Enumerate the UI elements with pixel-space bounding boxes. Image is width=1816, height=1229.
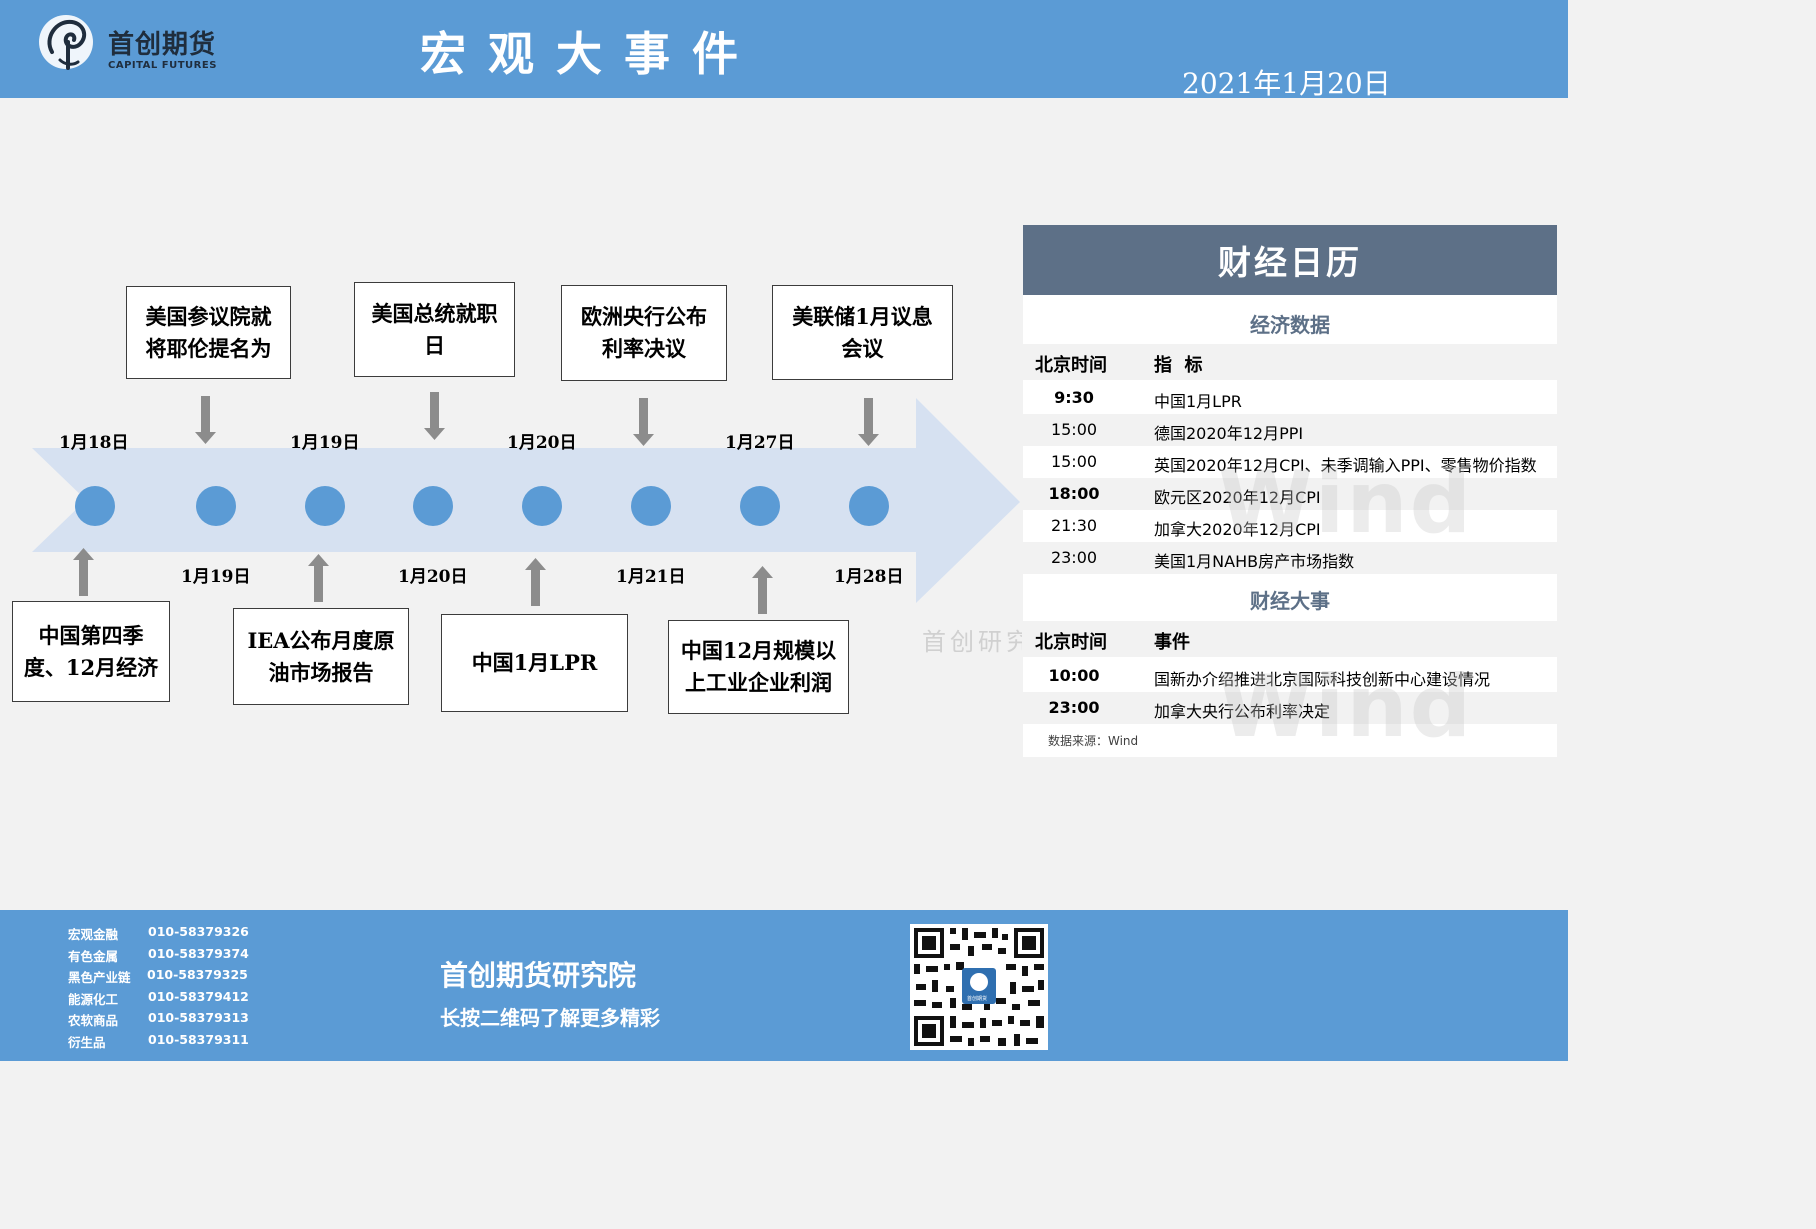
logo-swirl-icon — [39, 15, 93, 70]
watermark: Wind — [1218, 453, 1474, 553]
timeline-date-top: 1月18日 — [59, 433, 129, 453]
row-time: 9:30 — [1054, 388, 1094, 407]
row-time: 15:00 — [1050, 452, 1098, 471]
data-row: 15:00 德国2020年12月PPI — [1023, 414, 1557, 446]
col-beijing-time: 北京时间 — [1035, 355, 1107, 376]
timeline-date-top: 1月27日 — [725, 433, 795, 453]
col-event: 事件 — [1154, 632, 1190, 653]
event-box-bottom: IEA公布月度原油市场报告 — [233, 608, 409, 705]
qr-center-label: 首创期货 — [967, 996, 988, 1002]
research-institute-name: 首创期货研究院 — [440, 959, 637, 992]
event-timeline: 1月18日 1月19日 1月20日 1月27日 1月19日 1月20日 1月21… — [0, 98, 1020, 910]
timeline-date-bottom: 1月20日 — [398, 567, 468, 587]
logo-text-cn: 首创期货 — [108, 30, 217, 60]
event-box-bottom: 中国12月规模以上工业企业利润 — [668, 620, 849, 714]
qr-hint: 长按二维码了解更多精彩 — [440, 1006, 660, 1030]
page-title: 宏观大事件 — [420, 27, 760, 81]
timeline-date-bottom: 1月19日 — [181, 567, 251, 587]
data-row: 9:30 中国1月LPR — [1023, 382, 1557, 414]
event-box-top: 美联储1月议息会议 — [772, 285, 953, 380]
section-economic-data: 经济数据 — [1250, 313, 1330, 337]
footer-bar: 宏观金融 010-58379326 有色金属 010-58379374 黑色产业… — [0, 910, 1568, 1061]
report-date: 2021年1月20日 — [1182, 67, 1391, 100]
timeline-date-bottom: 1月28日 — [834, 567, 904, 587]
contact-row: 宏观金融 010-58379326 — [68, 924, 249, 943]
dept-name: 黑色产业链 — [68, 970, 131, 985]
timeline-node — [75, 486, 115, 526]
timeline-node — [849, 486, 889, 526]
contact-row: 能源化工 010-58379412 — [68, 989, 249, 1008]
arrow-down-icon — [195, 396, 216, 444]
arrow-down-icon — [633, 398, 654, 446]
contact-row: 农软商品 010-58379313 — [68, 1010, 249, 1029]
calendar-title: 财经日历 — [1023, 225, 1557, 295]
dept-phone: 010-58379313 — [148, 1010, 249, 1025]
dept-name: 能源化工 — [68, 992, 119, 1007]
dept-name: 农软商品 — [68, 1013, 119, 1028]
dept-phone: 010-58379325 — [147, 967, 248, 982]
timeline-date-top: 1月19日 — [290, 433, 360, 453]
arrow-down-icon — [858, 398, 879, 446]
logo-text-en: CAPITAL FUTURES — [108, 60, 217, 71]
row-time: 21:30 — [1050, 516, 1098, 535]
data-source: 数据来源：Wind — [1048, 734, 1139, 748]
contact-row: 衍生品 010-58379311 — [68, 1032, 249, 1051]
event-box-top: 欧洲央行公布利率决议 — [561, 285, 727, 381]
col-indicator: 指 标 — [1154, 355, 1203, 376]
watermark: Wind — [1218, 657, 1474, 757]
row-item: 德国2020年12月PPI — [1154, 424, 1304, 443]
timeline-date-bottom: 1月21日 — [616, 567, 686, 587]
col-beijing-time: 北京时间 — [1035, 632, 1107, 653]
timeline-node — [631, 486, 671, 526]
row-time: 15:00 — [1050, 420, 1098, 439]
contact-row: 有色金属 010-58379374 — [68, 946, 249, 965]
economic-calendar-panel: 财经日历 经济数据 北京时间 指 标 9:30 中国1月LPR 15:00 德国… — [1023, 225, 1557, 757]
row-time: 23:00 — [1050, 548, 1098, 567]
row-time: 10:00 — [1048, 666, 1100, 685]
event-box-top: 美国总统就职日 — [354, 282, 515, 377]
data-table-header: 北京时间 指 标 — [1023, 344, 1557, 380]
dept-phone: 010-58379412 — [148, 989, 249, 1004]
dept-name: 衍生品 — [68, 1035, 106, 1050]
timeline-node — [196, 486, 236, 526]
dept-phone: 010-58379311 — [148, 1032, 249, 1047]
row-time: 23:00 — [1048, 698, 1100, 717]
timeline-node — [413, 486, 453, 526]
timeline-node — [740, 486, 780, 526]
arrow-up-icon — [752, 566, 773, 614]
watermark: 首创研究 — [922, 628, 1022, 656]
qr-code-icon — [910, 924, 1048, 1050]
arrow-down-icon — [424, 392, 445, 440]
dept-phone: 010-58379374 — [148, 946, 249, 961]
qr-code[interactable]: 首创期货 — [910, 924, 1048, 1050]
event-box-bottom: 中国1月LPR — [441, 614, 628, 712]
arrow-up-icon — [525, 558, 546, 606]
dept-name: 有色金属 — [68, 949, 119, 964]
event-box-bottom: 中国第四季度、12月经济 — [12, 601, 170, 702]
company-logo: 首创期货 CAPITAL FUTURES — [38, 12, 238, 76]
row-item: 中国1月LPR — [1154, 392, 1242, 411]
contact-row: 黑色产业链 010-58379325 — [68, 967, 248, 986]
event-box-top: 美国参议院就将耶伦提名为 — [126, 286, 291, 379]
timeline-date-top: 1月20日 — [507, 433, 577, 453]
dept-name: 宏观金融 — [68, 927, 119, 942]
dept-phone: 010-58379326 — [148, 924, 249, 939]
row-time: 18:00 — [1048, 484, 1100, 503]
timeline-node — [305, 486, 345, 526]
timeline-node — [522, 486, 562, 526]
events-table-header: 北京时间 事件 — [1023, 621, 1557, 657]
arrow-up-icon — [308, 554, 329, 602]
timeline-arrow — [32, 392, 1020, 614]
section-major-events: 财经大事 — [1250, 589, 1330, 613]
arrow-up-icon — [73, 548, 94, 596]
header-bar: 首创期货 CAPITAL FUTURES 宏观大事件 2021年1月20日 — [0, 0, 1568, 100]
